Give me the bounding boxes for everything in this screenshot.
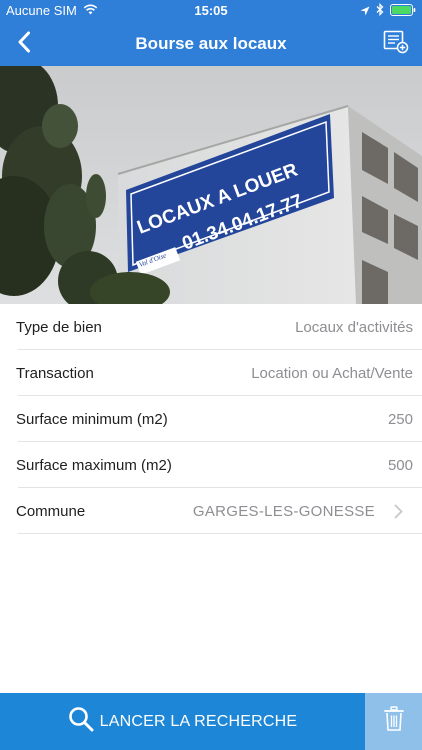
clear-button[interactable]	[365, 693, 422, 750]
commune-value: GARGES-LES-GONESSE	[192, 502, 375, 520]
type-de-bien-value: Locaux d'activités	[295, 318, 413, 336]
surface-maximum-field[interactable]: 500	[172, 457, 413, 474]
search-criteria-list: Type de bien Locaux d'activités Transact…	[0, 304, 422, 534]
battery-icon	[390, 3, 416, 19]
location-arrow-icon	[360, 4, 370, 19]
navigation-bar: Bourse aux locaux	[0, 22, 422, 66]
hero-photo: LOCAUX A LOUER 01.34.04.17.77 Val d'Oise	[0, 66, 422, 304]
transaction-value: Location ou Achat/Vente	[251, 364, 413, 382]
row-transaction[interactable]: Transaction Location ou Achat/Vente	[0, 350, 422, 396]
status-right	[360, 2, 416, 19]
row-type-de-bien[interactable]: Type de bien Locaux d'activités	[0, 304, 422, 350]
back-button[interactable]	[8, 28, 40, 60]
bottom-action-bar: LANCER LA RECHERCHE	[0, 693, 422, 750]
add-list-button[interactable]	[380, 28, 412, 60]
bluetooth-icon	[376, 2, 384, 19]
row-surface-minimum[interactable]: Surface minimum (m2) 250	[0, 396, 422, 442]
row-surface-maximum[interactable]: Surface maximum (m2) 500	[0, 442, 422, 488]
app-screen: Aucune SIM 15:05 Bourse aux locaux LOCAU…	[0, 0, 422, 750]
launch-search-button[interactable]: LANCER LA RECHERCHE	[0, 693, 365, 750]
surface-maximum-label: Surface maximum (m2)	[16, 456, 172, 474]
page-title: Bourse aux locaux	[135, 34, 287, 53]
trash-icon	[383, 706, 404, 737]
transaction-label: Transaction	[16, 364, 94, 382]
magnifier-icon	[68, 706, 94, 737]
status-bar: Aucune SIM 15:05	[0, 0, 422, 22]
list-add-icon	[383, 30, 409, 59]
chevron-right-icon	[389, 502, 407, 520]
launch-search-label: LANCER LA RECHERCHE	[99, 712, 298, 730]
chevron-left-icon	[17, 31, 31, 58]
row-commune[interactable]: Commune GARGES-LES-GONESSE	[0, 488, 422, 534]
type-de-bien-label: Type de bien	[16, 318, 102, 336]
surface-minimum-label: Surface minimum (m2)	[16, 410, 168, 428]
surface-minimum-field[interactable]: 250	[168, 411, 413, 428]
status-time: 15:05	[194, 3, 228, 18]
commune-label: Commune	[16, 502, 86, 520]
